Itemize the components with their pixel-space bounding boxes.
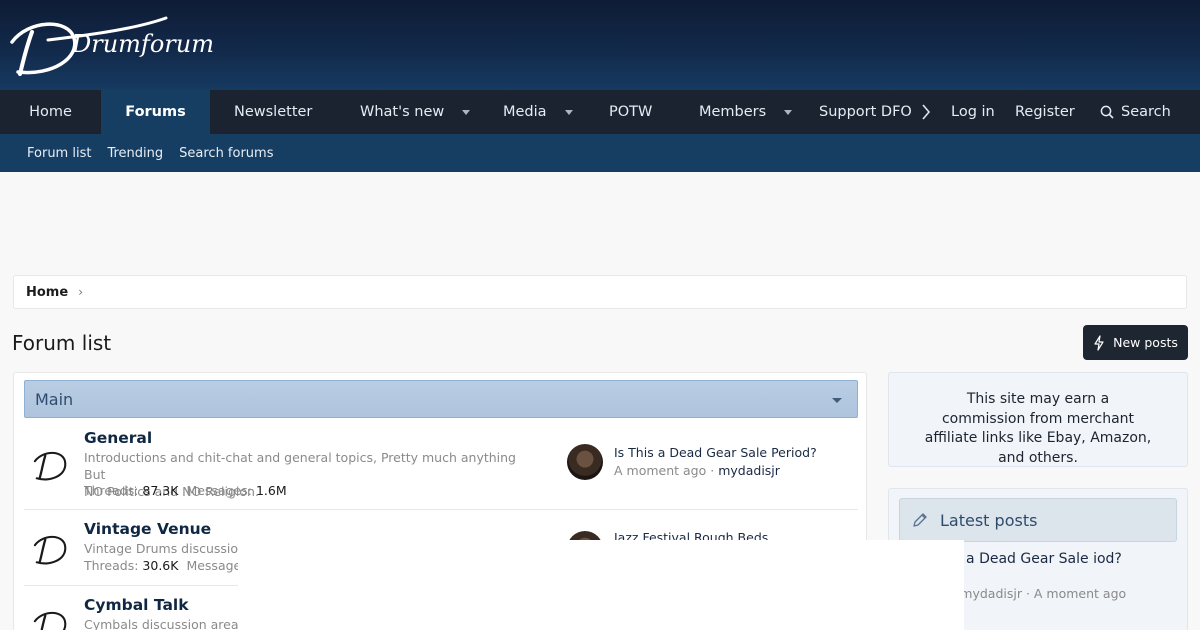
nav-home[interactable]: Home <box>0 90 101 134</box>
chevron-down-icon[interactable] <box>784 109 793 115</box>
forum-stats: Threads: 30.6K Messages <box>84 558 248 573</box>
register-link[interactable]: Register <box>1001 90 1086 134</box>
nav-newsletter[interactable]: Newsletter <box>210 90 336 134</box>
search-button[interactable]: Search <box>1086 90 1186 134</box>
chevron-down-icon[interactable] <box>462 109 471 115</box>
latest-thread-title[interactable]: Is This a Dead Gear Sale Period? <box>614 445 817 460</box>
forum-d-icon <box>33 451 67 481</box>
ad-space <box>0 172 1200 272</box>
forum-stats: Threads: 87.3K Messages: 1.6M <box>84 483 287 498</box>
subnav-search-forums[interactable]: Search forums <box>179 146 273 161</box>
nav-support-dfo[interactable]: Support DFO <box>803 90 914 134</box>
latest-thread-meta: A moment ago · mydadisjr <box>614 463 780 478</box>
affiliate-notice: This site may earn a commission from mer… <box>888 372 1188 467</box>
pencil-icon <box>913 513 927 527</box>
breadcrumb: Home › <box>13 275 1187 309</box>
latest-user-link[interactable]: mydadisjr <box>718 463 780 478</box>
latest-posts-header[interactable]: Latest posts <box>899 498 1177 542</box>
nav-scroll-right[interactable] <box>914 90 938 134</box>
site-header: Drumforum <box>0 0 1200 90</box>
category-title: Main <box>35 389 74 409</box>
collapse-toggle-icon[interactable] <box>832 398 842 403</box>
nav-whats-new[interactable]: What's new <box>336 90 479 134</box>
breadcrumb-separator: › <box>78 285 83 299</box>
nav-media[interactable]: Media <box>479 90 582 134</box>
logo-text: Drumforum <box>71 30 214 58</box>
drumforum-logo[interactable]: Drumforum <box>8 12 248 80</box>
breadcrumb-home[interactable]: Home <box>26 285 68 300</box>
chevron-down-icon[interactable] <box>564 109 573 115</box>
new-posts-button[interactable]: New posts <box>1083 325 1188 360</box>
avatar[interactable] <box>567 444 603 480</box>
chevron-right-icon <box>922 104 931 120</box>
nav-potw[interactable]: POTW <box>582 90 675 134</box>
forum-d-icon <box>33 535 67 565</box>
sub-nav: Forum list Trending Search forums <box>0 134 1200 172</box>
login-link[interactable]: Log in <box>938 90 1001 134</box>
subnav-forum-list[interactable]: Forum list <box>27 146 91 161</box>
loading-overlay <box>238 540 964 630</box>
main-nav: Home Forums Newsletter What's new Media … <box>0 90 1200 134</box>
forum-d-icon <box>33 611 67 630</box>
forum-title[interactable]: Cymbal Talk <box>84 596 189 614</box>
forum-node-general: General Introductions and chit-chat and … <box>24 426 858 510</box>
page-title: Forum list <box>12 331 112 355</box>
forum-title[interactable]: Vintage Venue <box>84 520 211 538</box>
subnav-trending[interactable]: Trending <box>107 146 163 161</box>
forum-title[interactable]: General <box>84 429 152 447</box>
search-icon <box>1100 105 1114 119</box>
nav-forums[interactable]: Forums <box>101 90 210 134</box>
category-header[interactable]: Main <box>24 380 858 418</box>
bolt-icon <box>1094 334 1104 351</box>
nav-members[interactable]: Members <box>675 90 803 134</box>
